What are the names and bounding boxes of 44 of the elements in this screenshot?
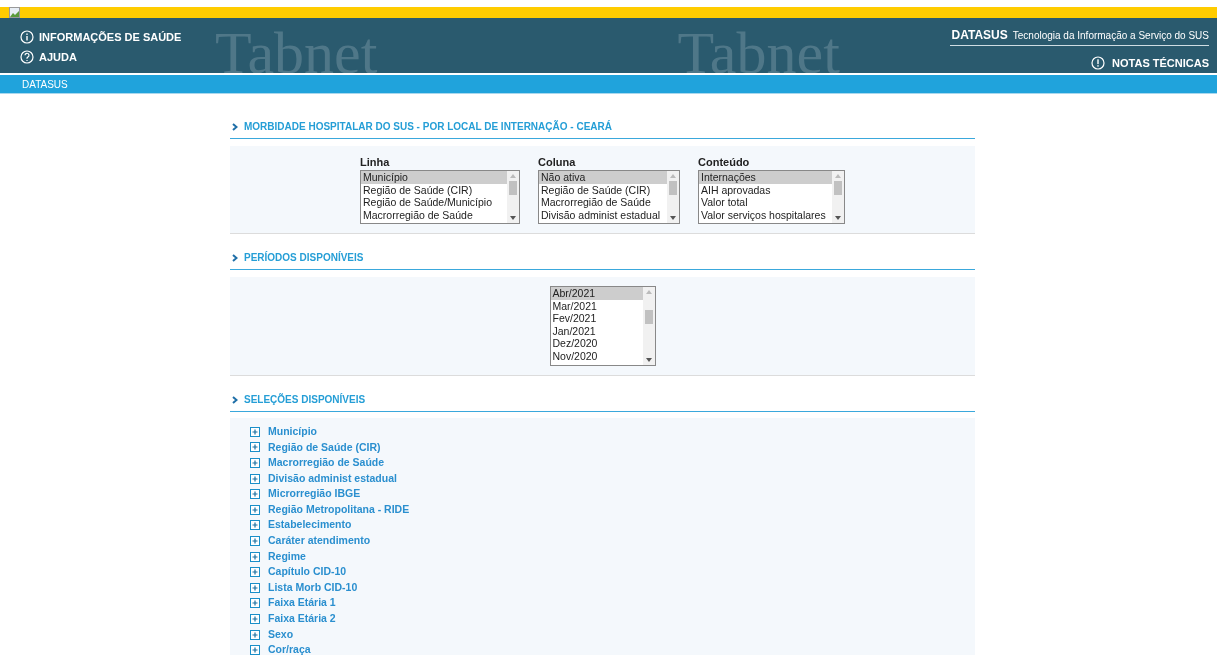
expand-icon[interactable]: [250, 520, 260, 531]
help-icon: [20, 50, 34, 64]
menu-link[interactable]: AJUDA: [20, 50, 182, 64]
list-option[interactable]: Não ativa: [539, 171, 667, 184]
section-title: MORBIDADE HOSPITALAR DO SUS - POR LOCAL DE INTERNAÇÃO - CEARÁ: [244, 121, 612, 133]
list-label: Linha: [360, 155, 391, 169]
expand-icon[interactable]: [250, 645, 260, 655]
expand-icon[interactable]: [250, 629, 260, 640]
alert-icon: [1091, 56, 1106, 71]
chevron-icon: [232, 123, 238, 131]
menu-link[interactable]: INFORMAÇÕES DE SAÚDE: [20, 30, 182, 44]
expand-icon[interactable]: [250, 504, 260, 515]
brand-name: DATASUS: [951, 27, 1008, 44]
expand-icon[interactable]: [250, 598, 260, 609]
tagline: Tecnologia da Informação a Serviço do SUS: [1012, 29, 1209, 43]
expand-icon[interactable]: [250, 613, 260, 624]
expand-icon[interactable]: [250, 473, 260, 484]
expand-icon[interactable]: [250, 551, 260, 562]
list-option[interactable]: Abr/2021: [550, 287, 643, 300]
section-title: SELEÇÕES DISPONÍVEIS: [244, 394, 366, 406]
expand-icon[interactable]: [250, 582, 260, 593]
scrollbar[interactable]: [507, 171, 519, 223]
expand-icon[interactable]: [250, 458, 260, 468]
broken-image-icon: [9, 7, 20, 18]
scrollbar[interactable]: [832, 171, 844, 223]
expand-icon[interactable]: [250, 426, 260, 437]
notes-link[interactable]: NOTAS TÉCNICAS: [1091, 55, 1209, 72]
list-box[interactable]: Não ativa Região de Saúde (CIR) Macrorregião de Saúde Divisão administ estadual: [538, 170, 680, 224]
list-option[interactable]: Internações: [699, 171, 832, 184]
scrollbar[interactable]: [667, 171, 679, 223]
list-box[interactable]: Internações AIH aprovadas Valor total Valor serviços hospitalares: [698, 170, 845, 224]
list-box[interactable]: Abr/2021 Mar/2021 Fev/2021 Jan/2021 Dez/2020 Nov/2020: [549, 286, 656, 366]
expand-icon[interactable]: [250, 442, 260, 453]
chevron-icon: [232, 254, 238, 262]
chevron-icon: [232, 396, 238, 404]
list-box[interactable]: Município Região de Saúde (CIR) Região de Saúde/Município Macrorregião de Saúde: [360, 170, 520, 224]
list-label: Coluna: [538, 155, 577, 169]
section-title: PERÍODOS DISPONÍVEIS: [244, 252, 364, 264]
list-label: Conteúdo: [698, 155, 751, 169]
expand-icon[interactable]: [250, 489, 260, 500]
expand-icon[interactable]: [250, 567, 260, 578]
expand-icon[interactable]: [250, 535, 260, 546]
list-option[interactable]: Município: [361, 171, 507, 184]
info-icon: [20, 30, 34, 44]
